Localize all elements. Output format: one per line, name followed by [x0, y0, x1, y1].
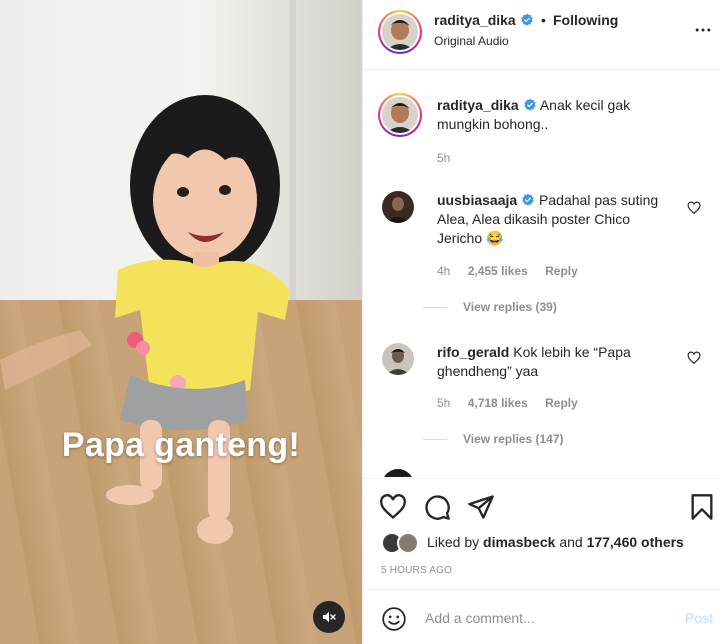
original-audio-link[interactable]: Original Audio	[434, 34, 509, 48]
reply-button[interactable]: Reply	[545, 264, 578, 278]
comment-input[interactable]	[425, 607, 665, 629]
post-timestamp[interactable]: 5 HOURS AGO	[381, 565, 452, 576]
comment-meta: 4h 2,455 likes Reply	[437, 264, 592, 278]
post-side-panel: raditya_dika • Following Original Audio	[362, 0, 720, 644]
comment-avatar[interactable]	[382, 191, 414, 223]
verified-badge-icon	[521, 13, 533, 26]
bookmark-icon[interactable]	[688, 493, 716, 521]
caption-time: 5h	[437, 151, 451, 165]
liked-by-user[interactable]: dimasbeck	[483, 534, 555, 550]
comment-avatar-image	[382, 343, 414, 375]
author-username-text: raditya_dika	[434, 12, 516, 28]
caption-username[interactable]: raditya_dika	[437, 97, 519, 113]
video-player[interactable]: Papa ganteng!	[0, 0, 362, 644]
post-actions: Liked by dimasbeck and 177,460 others 5 …	[363, 478, 720, 598]
comment-like-heart-icon[interactable]	[687, 201, 701, 215]
post-header: raditya_dika • Following Original Audio	[363, 0, 720, 70]
heart-icon[interactable]	[379, 493, 407, 521]
emoji-icon[interactable]	[381, 606, 407, 632]
comment-username[interactable]: rifo_gerald	[437, 344, 509, 360]
liker-avatar[interactable]	[397, 532, 419, 554]
verified-badge-icon	[524, 98, 536, 111]
video-caption: Papa ganteng!	[61, 426, 301, 464]
comment-avatar-partial[interactable]	[382, 469, 414, 477]
comments-list[interactable]: raditya_dika Anak kecil gak mungkin boho…	[363, 71, 720, 477]
liked-by-text: Liked by dimasbeck and 177,460 others	[427, 534, 684, 550]
comment-like-heart-icon[interactable]	[687, 351, 701, 365]
reply-button[interactable]: Reply	[545, 396, 578, 410]
header-separator: •	[541, 12, 546, 28]
post-comment-button[interactable]: Post	[685, 610, 713, 626]
comment-avatar[interactable]	[382, 343, 414, 375]
add-comment-bar: Post	[363, 589, 720, 644]
author-username[interactable]: raditya_dika	[434, 12, 534, 28]
liked-by-others[interactable]: 177,460 others	[587, 534, 684, 550]
following-button[interactable]: Following	[553, 12, 618, 28]
caption-avatar-image	[382, 97, 418, 133]
speaker-muted-icon	[323, 611, 336, 623]
view-replies-button[interactable]: View replies (147)	[423, 432, 564, 446]
comment-text-block: rifo_gerald Kok lebih ke “Papa ghendheng…	[437, 343, 677, 381]
comment-avatar-image	[382, 191, 414, 223]
liked-by-and: and	[559, 534, 583, 550]
comment-time: 5h	[437, 396, 451, 410]
comment-time: 4h	[437, 264, 451, 278]
comment-likes[interactable]: 4,718 likes	[468, 396, 528, 410]
comment-meta: 5h 4,718 likes Reply	[437, 396, 592, 410]
video-frame-child	[0, 95, 290, 544]
verified-badge-icon	[522, 193, 534, 206]
comment-icon[interactable]	[423, 493, 451, 521]
liked-by-prefix: Liked by	[427, 534, 480, 550]
caption-meta: 5h	[437, 151, 464, 165]
share-icon[interactable]	[467, 493, 495, 521]
comment-likes[interactable]: 2,455 likes	[468, 264, 528, 278]
mute-button[interactable]	[313, 601, 345, 633]
caption-author-avatar[interactable]	[378, 93, 422, 137]
caption-text-block: raditya_dika Anak kecil gak mungkin boho…	[437, 96, 657, 134]
comment-text-block: uusbiasaaja Padahal pas suting Alea, Ale…	[437, 191, 677, 248]
comment-username[interactable]: uusbiasaaja	[437, 192, 517, 208]
author-avatar-image	[382, 14, 418, 50]
view-replies-button[interactable]: View replies (39)	[423, 300, 557, 314]
more-horizontal-icon[interactable]	[693, 20, 713, 40]
author-avatar[interactable]	[378, 10, 422, 54]
